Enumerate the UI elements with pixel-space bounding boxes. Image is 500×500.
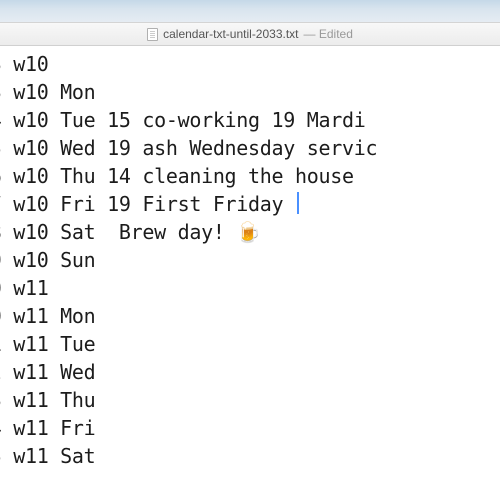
text-line[interactable]: 08 w10 Sat Brew day! 🍺 (0, 218, 500, 246)
text-line[interactable]: 06 w10 Thu 14 cleaning the house (0, 162, 500, 190)
text-line[interactable]: 03 w10 Mon (0, 78, 500, 106)
text-line[interactable]: 07 w10 Fri 19 First Friday (0, 190, 500, 218)
text-line[interactable]: 04 w10 Tue 15 co-working 19 Mardi (0, 106, 500, 134)
text-line[interactable]: 09 w10 Sun (0, 246, 500, 274)
text-line[interactable]: 11 w11 Tue (0, 330, 500, 358)
text-line[interactable]: 12 w11 Wed (0, 358, 500, 386)
text-cursor (297, 192, 299, 214)
text-line[interactable]: 14 w11 Fri (0, 414, 500, 442)
window-titlebar[interactable]: calendar-txt-until-2033.txt — Edited (0, 22, 500, 46)
window-title: calendar-txt-until-2033.txt (163, 27, 298, 41)
text-editor-content[interactable]: 03 w1003 w10 Mon04 w10 Tue 15 co-working… (0, 46, 500, 470)
text-line[interactable]: 10 w11 (0, 274, 500, 302)
text-line[interactable]: 03 w10 (0, 50, 500, 78)
text-line[interactable]: 13 w11 Thu (0, 386, 500, 414)
text-line[interactable]: 15 w11 Sat (0, 442, 500, 470)
edited-indicator: — Edited (304, 27, 353, 41)
text-line[interactable]: 05 w10 Wed 19 ash Wednesday servic (0, 134, 500, 162)
document-icon (147, 28, 158, 41)
desktop-background (0, 0, 500, 22)
text-line[interactable]: 10 w11 Mon (0, 302, 500, 330)
